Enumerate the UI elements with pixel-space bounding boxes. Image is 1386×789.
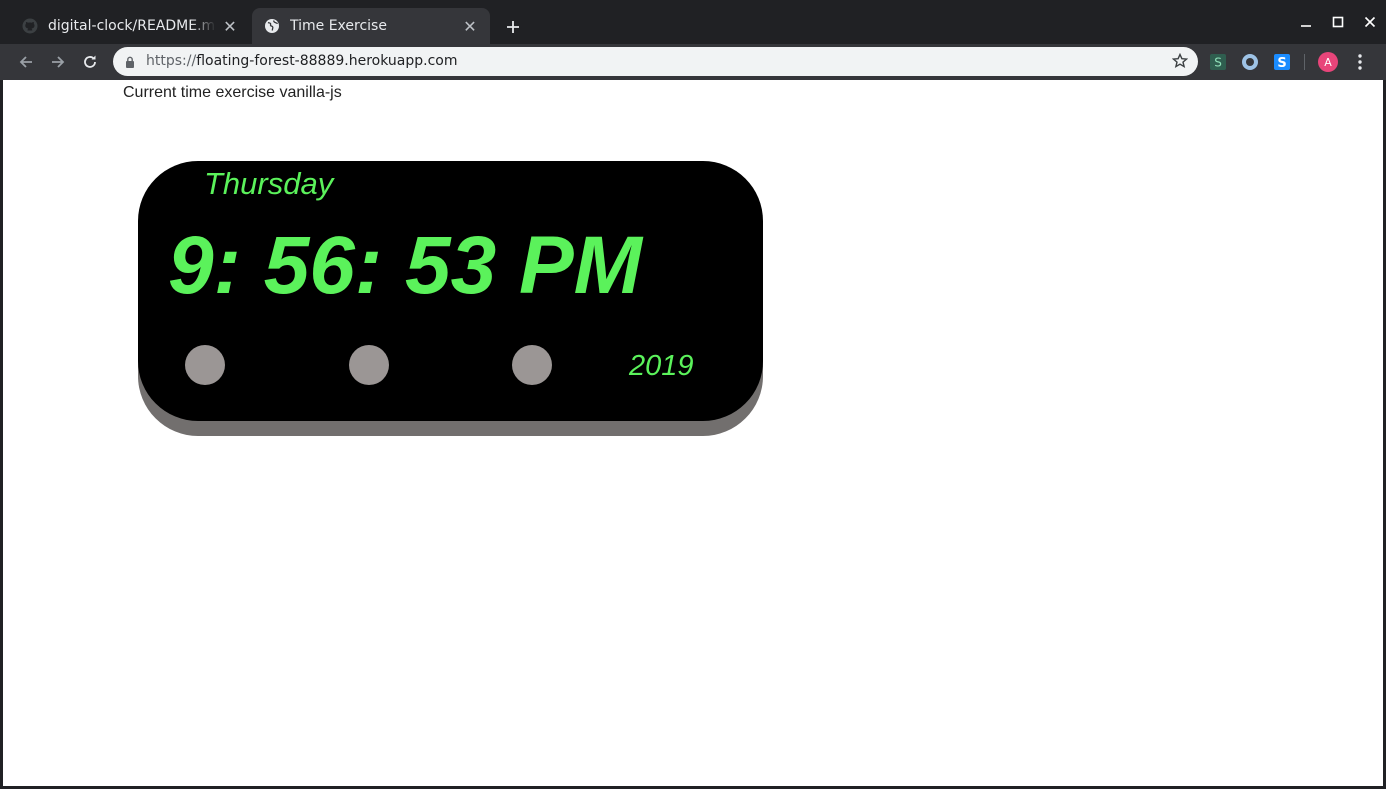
clock-year: 2019 — [629, 350, 694, 382]
close-tab-icon[interactable]: ✕ — [462, 17, 478, 36]
github-icon — [22, 18, 38, 34]
forward-button[interactable] — [44, 48, 72, 76]
plus-icon — [507, 21, 519, 33]
url-scheme: https:// — [146, 53, 197, 69]
globe-icon — [264, 18, 280, 34]
clock-dot — [185, 345, 225, 385]
clock-day: Thursday — [204, 166, 334, 201]
clock-face: Thursday 9: 56: 53 PM 2019 — [138, 161, 763, 421]
lock-icon — [123, 54, 137, 68]
sheets-s-icon[interactable]: S — [1208, 52, 1228, 72]
window-controls — [1290, 0, 1386, 44]
minimize-icon — [1301, 25, 1311, 27]
url-text: https://floating-forest-88889.herokuapp.… — [146, 53, 457, 69]
tab-title: digital-clock/README.md — [48, 18, 216, 34]
toolbar-divider — [1304, 54, 1305, 70]
svg-text:S: S — [1277, 56, 1286, 71]
back-button[interactable] — [12, 48, 40, 76]
url-host: floating-forest-88889.herokuapp.com — [196, 53, 458, 69]
maximize-button[interactable] — [1322, 0, 1354, 44]
circle-extension-icon[interactable] — [1240, 52, 1260, 72]
reload-icon — [84, 55, 96, 68]
maximize-icon — [1332, 16, 1344, 28]
browser-toolbar: https://floating-forest-88889.herokuapp.… — [0, 44, 1386, 80]
tab-readme[interactable]: digital-clock/README.md ✕ — [10, 8, 250, 44]
browser-menu-button[interactable] — [1350, 52, 1370, 72]
arrow-left-icon — [19, 56, 32, 68]
browser-window: digital-clock/README.md ✕ Time Exercise … — [0, 0, 1386, 789]
window-frame — [0, 80, 3, 789]
bookmark-star-icon[interactable] — [1171, 52, 1189, 69]
address-bar[interactable]: https://floating-forest-88889.herokuapp.… — [113, 47, 1198, 76]
clock-time: 9: 56: 53 PM — [168, 220, 642, 311]
digital-clock: Thursday 9: 56: 53 PM 2019 — [138, 161, 763, 436]
close-tab-icon[interactable]: ✕ — [222, 17, 238, 36]
page-viewport: Current time exercise vanilla-js Thursda… — [3, 80, 1383, 786]
close-window-button[interactable] — [1354, 0, 1386, 44]
svg-text:S: S — [1214, 56, 1222, 70]
profile-avatar[interactable]: A — [1318, 52, 1338, 72]
kebab-menu-icon — [1358, 54, 1362, 70]
arrow-right-icon — [52, 56, 65, 68]
clock-dot — [349, 345, 389, 385]
page-heading: Current time exercise vanilla-js — [123, 84, 342, 101]
tab-strip: digital-clock/README.md ✕ Time Exercise … — [0, 0, 1386, 44]
new-tab-button[interactable] — [500, 14, 526, 40]
tab-title: Time Exercise — [290, 18, 387, 34]
tab-time-exercise[interactable]: Time Exercise ✕ — [252, 8, 490, 44]
minimize-button[interactable] — [1290, 0, 1322, 44]
s-extension-icon[interactable]: S — [1272, 52, 1292, 72]
reload-button[interactable] — [76, 48, 104, 76]
close-icon — [1364, 16, 1376, 28]
clock-dot — [512, 345, 552, 385]
